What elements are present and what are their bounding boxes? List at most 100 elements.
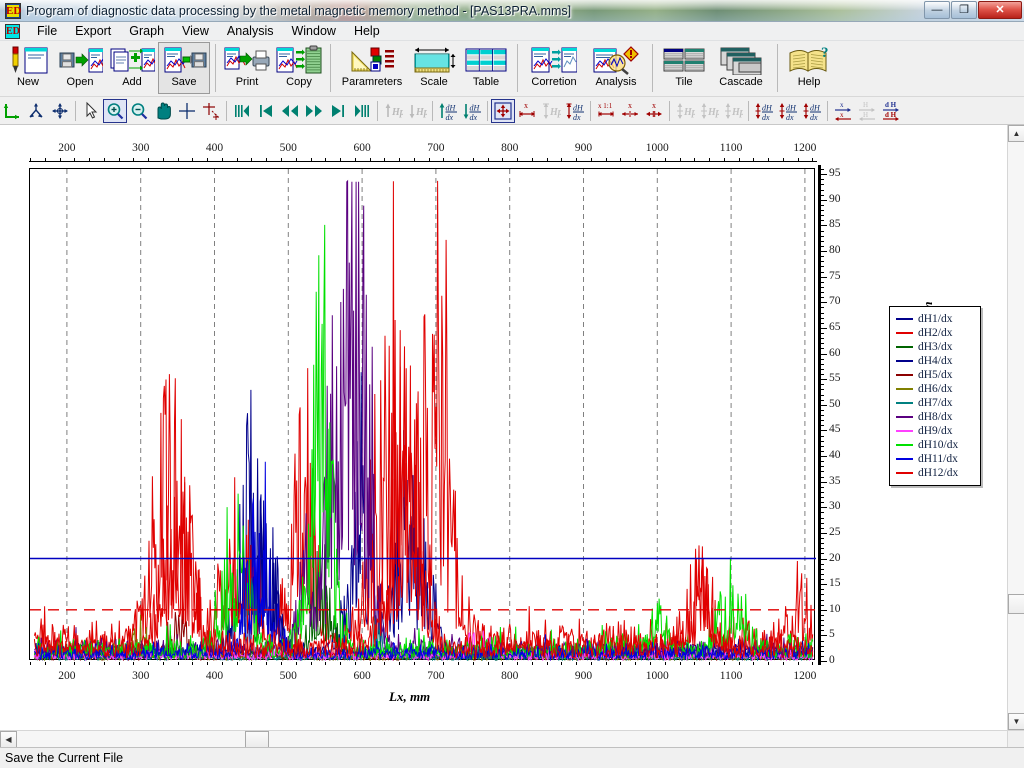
top-axis-tick (517, 158, 519, 161)
menu-item-view[interactable]: View (173, 22, 218, 40)
mdi-document-icon[interactable]: ED (5, 23, 20, 39)
menu-item-export[interactable]: Export (66, 22, 120, 40)
vertical-scrollbar[interactable]: ▲ ▼ (1007, 125, 1024, 730)
chart-legend[interactable]: dH1/dx dH2/dx dH3/dx dH4/dx dH5/dx dH6/dx dH7/… (889, 306, 981, 486)
legend-row[interactable]: dH8/dx (896, 410, 976, 424)
goto-first-record[interactable] (230, 99, 254, 123)
legend-row[interactable]: dH9/dx (896, 424, 976, 438)
zoom-in-tool[interactable] (103, 98, 127, 123)
dhdx-scale-fit-tool[interactable]: dH dx (776, 99, 800, 123)
dhdx-down-tool[interactable]: dH dx (460, 99, 484, 123)
pan-hand-tool[interactable] (151, 99, 175, 123)
bottom-axis-tick (679, 662, 681, 665)
plot-area[interactable] (29, 168, 816, 661)
legend-row[interactable]: dH6/dx (896, 382, 976, 396)
top-axis-tick (620, 158, 622, 161)
y-axis-tick (821, 491, 824, 493)
scroll-left-button[interactable]: ◀ (0, 731, 17, 748)
add-button[interactable]: Add (106, 42, 163, 94)
save-button[interactable]: Save (158, 42, 210, 94)
top-axis-tick (236, 158, 238, 161)
y-axis-tick (821, 399, 824, 401)
goto-next-block[interactable] (326, 99, 350, 123)
y-axis-tick (821, 471, 824, 473)
scale-button[interactable]: Scale (408, 42, 460, 94)
open-button[interactable]: Open (54, 42, 110, 94)
y-axis-tick (821, 184, 824, 186)
legend-row[interactable]: dH3/dx (896, 340, 976, 354)
help-button[interactable]: ? Help (783, 42, 835, 94)
svg-text:Hp: Hp (415, 107, 427, 118)
top-axis-tick (458, 158, 460, 161)
window-titlebar[interactable]: ED Program of diagnostic data processing… (0, 0, 1024, 22)
branch-points-tool[interactable] (24, 99, 48, 123)
new-button[interactable]: New (2, 42, 54, 94)
scale-x-fit-tool[interactable]: x (618, 99, 642, 123)
crosshair-cursor-tool[interactable] (175, 99, 199, 123)
menu-item-window[interactable]: Window (282, 22, 344, 40)
menu-item-analysis[interactable]: Analysis (218, 22, 283, 40)
invert-x-axis-tool[interactable]: xx (831, 99, 855, 123)
add-point-tool[interactable] (199, 99, 223, 123)
scale-x-compress-tool[interactable]: x (642, 99, 666, 123)
toolbar-separator (517, 44, 518, 92)
legend-row[interactable]: dH2/dx (896, 326, 976, 340)
gradient-chart[interactable]: 200 300 400 500 600 700 800 900 1000 1100 1200 200 3… (0, 125, 996, 725)
scale-dhdx-tool[interactable]: dH dx (563, 99, 587, 123)
scroll-up-button[interactable]: ▲ (1008, 125, 1024, 142)
cascade-button[interactable]: Cascade (710, 42, 772, 94)
scroll-down-button[interactable]: ▼ (1008, 713, 1024, 730)
goto-last-record[interactable] (350, 99, 374, 123)
vertical-scrollbar-thumb[interactable] (1008, 593, 1024, 614)
dhdx-scale-compress-tool[interactable]: dH dx (800, 99, 824, 123)
minimize-button[interactable]: — (924, 1, 950, 19)
legend-row[interactable]: dH12/dx (896, 466, 976, 480)
toolbar-group-1: New Open Add Save (0, 41, 212, 95)
corretion-button[interactable]: Corretion (523, 42, 585, 94)
print-button[interactable]: Print (221, 42, 273, 94)
legend-row[interactable]: dH10/dx (896, 438, 976, 452)
y-axis-tick (821, 348, 824, 350)
window-title: Program of diagnostic data processing by… (26, 4, 572, 18)
legend-row[interactable]: dH11/dx (896, 452, 976, 466)
legend-row[interactable]: dH4/dx (896, 354, 976, 368)
menu-item-graph[interactable]: Graph (120, 22, 173, 40)
tile-button[interactable]: Tile (658, 42, 710, 94)
table-button[interactable]: Table (460, 42, 512, 94)
horizontal-scrollbar[interactable]: ◀ (0, 730, 1007, 748)
horizontal-scrollbar-thumb[interactable] (244, 731, 269, 748)
y-axis-tick-label: 55 (829, 372, 841, 385)
svg-text:dx: dx (786, 113, 794, 121)
scale-x-one-to-one-tool[interactable]: x 1:1 (594, 99, 618, 123)
zoom-out-tool[interactable] (127, 99, 151, 123)
move-all-tool[interactable] (48, 99, 72, 123)
y-axis-tick (821, 333, 824, 334)
select-pointer-tool[interactable] (79, 99, 103, 123)
fit-to-window-tool[interactable] (491, 98, 515, 123)
close-button[interactable]: ✕ (978, 1, 1022, 19)
axis-origin-tool[interactable] (0, 99, 24, 123)
dhdx-scale-expand-tool[interactable]: dH dx (752, 99, 776, 123)
menu-item-file[interactable]: File (28, 22, 66, 40)
bottom-axis-tick-label: 700 (427, 670, 445, 682)
bottom-axis-tick (723, 662, 725, 665)
menu-item-help[interactable]: Help (345, 22, 389, 40)
invert-dh-axis-tool[interactable]: d H d H (879, 99, 903, 123)
scale-x-tool[interactable]: x (515, 99, 539, 123)
y-axis-tick (821, 230, 824, 232)
scale-icon (411, 45, 457, 75)
copy-button[interactable]: Copy (273, 42, 325, 94)
legend-row[interactable]: dH1/dx (896, 312, 976, 326)
bottom-axis-tick (472, 662, 474, 665)
maximize-restore-button[interactable]: ❐ (951, 1, 977, 19)
goto-previous-block[interactable] (254, 99, 278, 123)
legend-row[interactable]: dH7/dx (896, 396, 976, 410)
dhdx-up-tool[interactable]: dH dx (436, 99, 460, 123)
paramreters-button[interactable]: Paramreters (336, 42, 408, 94)
analysis-button[interactable]: Analysis (585, 42, 647, 94)
step-back[interactable] (278, 99, 302, 123)
legend-row[interactable]: dH5/dx (896, 368, 976, 382)
application-icon[interactable]: ED (5, 3, 21, 19)
svg-text:x: x (840, 101, 844, 109)
step-forward[interactable] (302, 99, 326, 123)
